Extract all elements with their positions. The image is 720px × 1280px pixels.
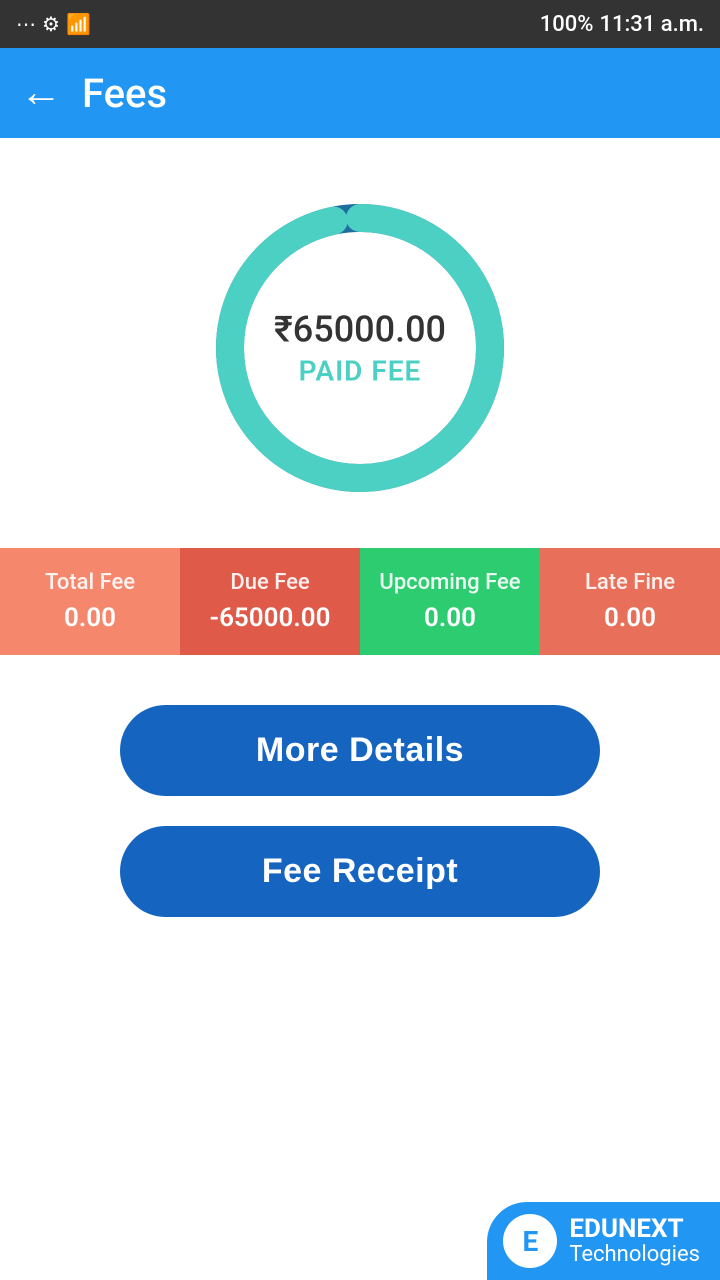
fee-cell-total: Total Fee 0.00	[0, 548, 180, 655]
fee-summary-row: Total Fee 0.00 Due Fee -65000.00 Upcomin…	[0, 548, 720, 655]
fee-cell-fine: Late Fine 0.00	[540, 548, 720, 655]
late-fine-value: 0.00	[604, 603, 656, 633]
signal-icons: 📶	[66, 12, 91, 36]
status-icons: ⋯ ⚙ 📶	[16, 12, 91, 36]
status-right: 100% 11:31 a.m.	[540, 12, 704, 37]
donut-amount: ₹65000.00	[274, 309, 446, 351]
late-fine-label: Late Fine	[585, 570, 675, 595]
due-fee-label: Due Fee	[230, 570, 309, 595]
app-header: ← Fees	[0, 48, 720, 138]
battery-text: 100%	[540, 12, 594, 37]
action-buttons: More Details Fee Receipt	[0, 705, 720, 917]
notification-icon: ⋯	[16, 12, 36, 36]
usb-icon: ⚙	[42, 12, 60, 36]
back-button[interactable]: ←	[20, 72, 62, 114]
page-title: Fees	[82, 70, 167, 117]
donut-chart: ₹65000.00 PAID FEE	[200, 188, 520, 508]
footer-brand: E EDUNEXT Technologies	[487, 1202, 720, 1280]
chart-container: ₹65000.00 PAID FEE	[200, 138, 520, 548]
donut-label: PAID FEE	[274, 355, 446, 388]
fee-receipt-button[interactable]: Fee Receipt	[120, 826, 600, 917]
time-text: 11:31 a.m.	[599, 12, 704, 37]
total-fee-value: 0.00	[64, 603, 116, 633]
total-fee-label: Total Fee	[45, 570, 135, 595]
brand-icon: E	[503, 1214, 557, 1268]
fee-cell-due: Due Fee -65000.00	[180, 548, 360, 655]
main-content: ₹65000.00 PAID FEE Total Fee 0.00 Due Fe…	[0, 138, 720, 1280]
brand-text: EDUNEXT Technologies	[569, 1215, 700, 1268]
due-fee-value: -65000.00	[210, 603, 331, 633]
upcoming-fee-label: Upcoming Fee	[379, 570, 520, 595]
more-details-button[interactable]: More Details	[120, 705, 600, 796]
fee-cell-upcoming: Upcoming Fee 0.00	[360, 548, 540, 655]
brand-name: EDUNEXT	[569, 1215, 700, 1244]
status-bar: ⋯ ⚙ 📶 100% 11:31 a.m.	[0, 0, 720, 48]
brand-sub: Technologies	[569, 1243, 700, 1267]
upcoming-fee-value: 0.00	[424, 603, 476, 633]
donut-center-info: ₹65000.00 PAID FEE	[274, 309, 446, 388]
